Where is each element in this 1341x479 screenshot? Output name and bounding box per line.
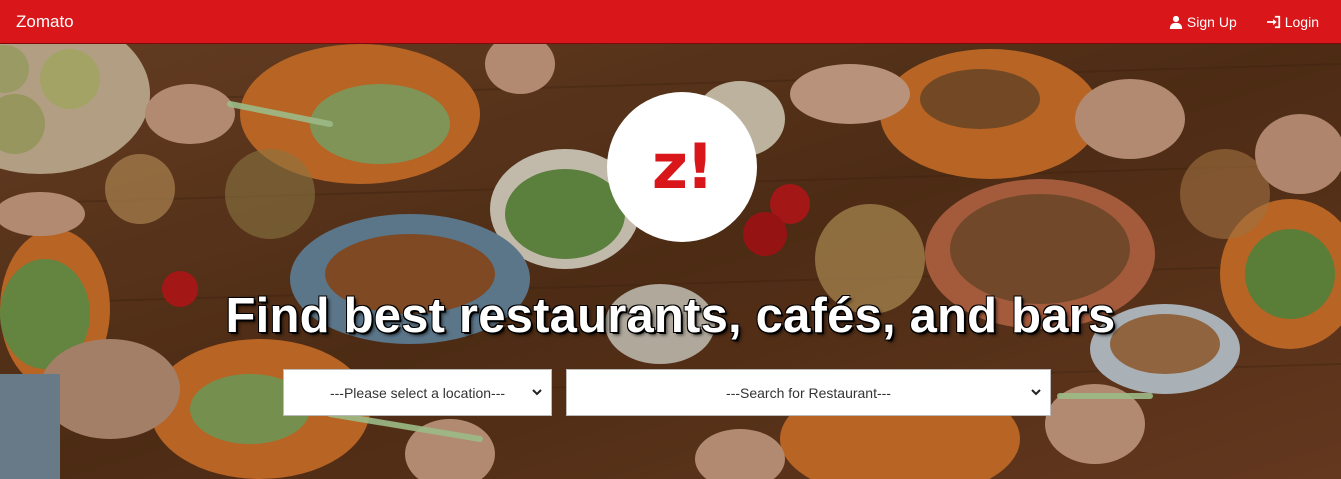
chevron-down-icon	[532, 389, 542, 396]
location-select-value: ---Please select a location---	[329, 384, 506, 401]
restaurant-select-value: ---Search for Restaurant---	[726, 384, 891, 401]
user-icon	[1169, 15, 1183, 29]
location-select[interactable]: ---Please select a location---	[283, 369, 552, 416]
zomato-logo: z!	[607, 92, 757, 242]
logo-text: z!	[651, 130, 714, 203]
hero-headline: Find best restaurants, cafés, and bars	[225, 289, 1116, 343]
sign-up-link[interactable]: Sign Up	[1169, 14, 1237, 30]
nav-links: Sign Up Login	[1169, 14, 1319, 30]
restaurant-select[interactable]: ---Search for Restaurant---	[566, 369, 1051, 416]
login-label: Login	[1284, 13, 1319, 30]
login-link[interactable]: Login	[1266, 13, 1319, 30]
navbar: Zomato Sign Up Login	[0, 0, 1341, 44]
login-icon	[1266, 15, 1280, 28]
chevron-down-icon	[1031, 389, 1041, 396]
sign-up-label: Sign Up	[1186, 13, 1237, 30]
hero-section: z! Find best restaurants, cafés, and bar…	[0, 44, 1341, 479]
brand-link[interactable]: Zomato	[16, 12, 74, 32]
